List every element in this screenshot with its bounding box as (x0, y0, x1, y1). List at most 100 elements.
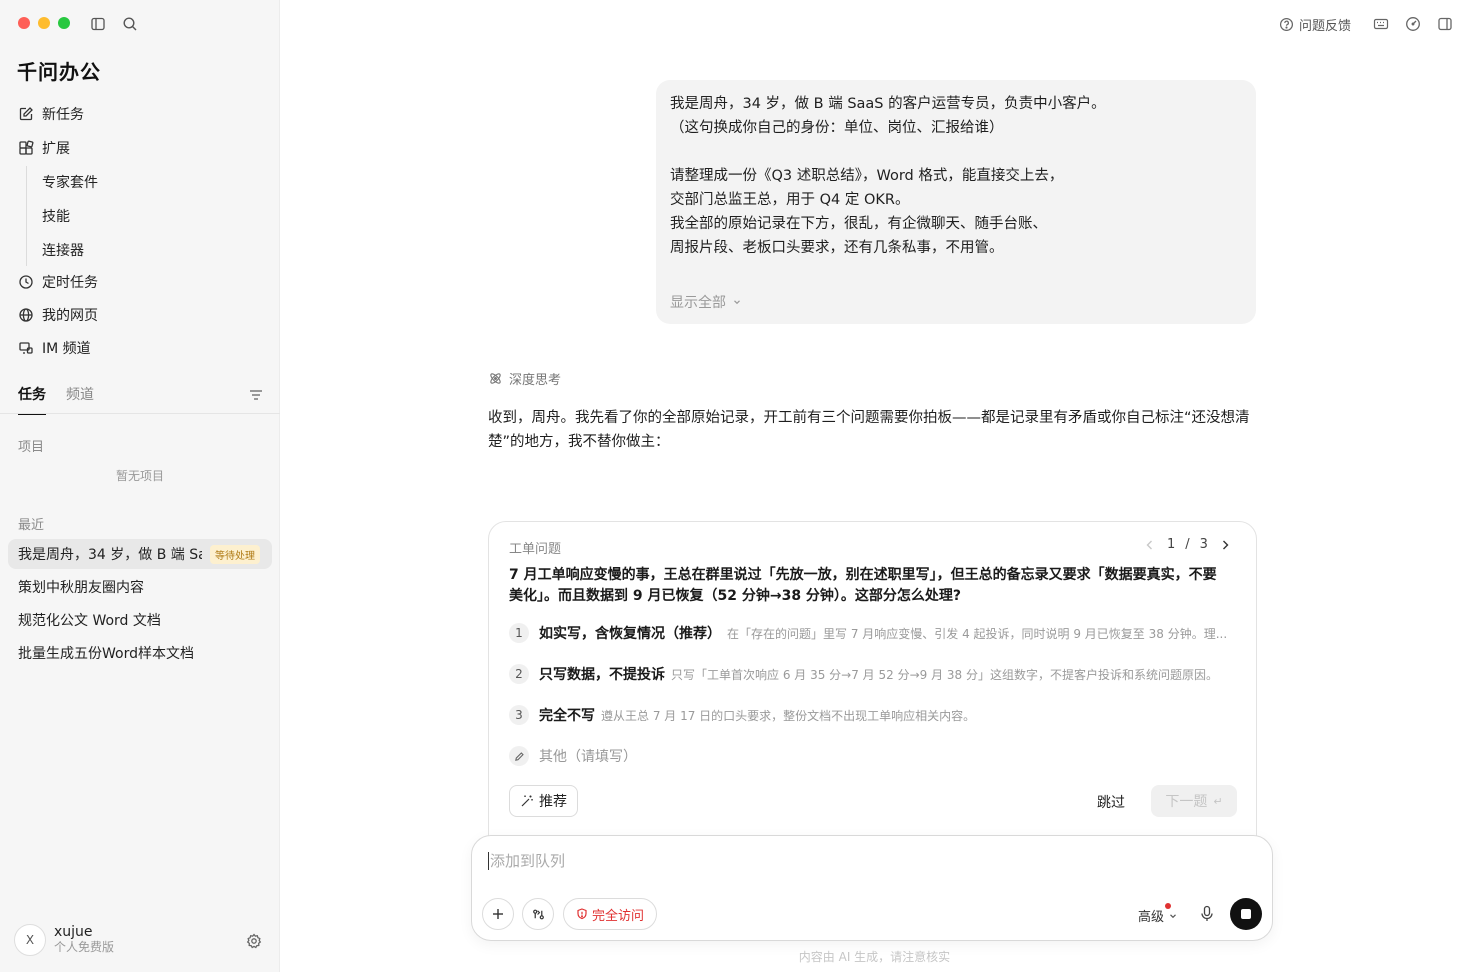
subnav-skills[interactable]: 技能 (42, 206, 70, 226)
chevron-right-icon[interactable] (1218, 538, 1232, 552)
magic-wand-icon (521, 795, 533, 807)
option-title: 完全不写 (539, 708, 595, 724)
extension-icon (19, 140, 34, 155)
answer-option[interactable]: 3 完全不写 遵从王总 7 月 17 日的口头要求，整份文档不出现工单响应相关内… (509, 705, 1229, 725)
pager-total: 3 (1199, 537, 1208, 552)
recent-item-title: 批量生成五份Word样本文档 (18, 646, 194, 662)
zoom-window-button[interactable] (58, 17, 70, 29)
composer-input[interactable]: 添加到队列 (488, 852, 565, 870)
recent-label: 最近 (18, 518, 45, 533)
filter-icon[interactable] (248, 387, 264, 403)
shield-alert-icon (577, 908, 587, 920)
message-line: （这句换成你自己的身份：单位、岗位、汇报给谁） (670, 120, 1004, 136)
question-category: 工单问题 (509, 542, 562, 557)
recent-item[interactable]: 批量生成五份Word样本文档 (8, 638, 272, 668)
nav-scheduled-tasks[interactable]: 定时任务 (18, 269, 98, 295)
stop-icon (1241, 909, 1251, 919)
nav-label: 新任务 (42, 107, 84, 123)
pager-separator: / (1185, 537, 1190, 552)
gear-icon[interactable] (246, 933, 262, 949)
chevron-down-icon (1170, 913, 1176, 918)
message-line: 请整理成一份《Q3 述职总结》，Word 格式，能直接交上去， (670, 168, 1064, 184)
nav-im-channel[interactable]: IM 频道 (18, 335, 91, 361)
globe-icon (19, 308, 33, 322)
window-controls (18, 17, 70, 29)
chevron-left-icon[interactable] (1143, 538, 1157, 552)
panel-toggle-icon[interactable] (1437, 16, 1453, 32)
full-access-label: 完全访问 (592, 908, 645, 924)
option-description: 在「存在的问题」里写 7 月响应变慢、引发 4 起投诉，同时说明 9 月已恢复至… (727, 626, 1228, 641)
option-number: 2 (509, 664, 529, 684)
help-circle-icon (1279, 17, 1294, 32)
tab-channels[interactable]: 频道 (66, 384, 94, 415)
message-line: 交部门总监王总，用于 Q4 定 OKR。 (670, 192, 910, 208)
edit-icon (19, 107, 33, 121)
keyboard-icon[interactable] (1373, 16, 1389, 32)
nav-label: 定时任务 (42, 275, 98, 291)
plus-icon (493, 909, 503, 919)
clock-icon (19, 275, 33, 289)
status-badge: 等待处理 (210, 544, 260, 564)
model-level-select[interactable]: 高级 (1138, 903, 1178, 925)
other-answer-input[interactable]: 其他（请填写） (509, 746, 637, 766)
tools-button[interactable] (522, 898, 554, 930)
next-question-button[interactable]: 下一题 ↵ (1151, 785, 1237, 817)
subnav-connectors[interactable]: 连接器 (42, 240, 84, 260)
full-access-button[interactable]: 完全访问 (563, 898, 658, 930)
option-title: 只写数据，不提投诉 (539, 667, 665, 683)
question-pager: 1 / 3 (1143, 537, 1232, 552)
feedback-label: 问题反馈 (1299, 19, 1352, 34)
skip-button[interactable]: 跳过 (1097, 792, 1125, 812)
subnav-expert-kit[interactable]: 专家套件 (42, 172, 98, 192)
option-description: 遵从王总 7 月 17 日的口头要求，整份文档不出现工单响应相关内容。 (601, 708, 976, 723)
answer-option[interactable]: 1 如实写，含恢复情况（推荐） 在「存在的问题」里写 7 月响应变慢、引发 4 … (509, 623, 1229, 643)
next-label: 下一题 (1165, 794, 1208, 810)
pencil-icon (509, 746, 529, 766)
projects-label: 项目 (18, 440, 45, 455)
recent-item[interactable]: 策划中秋朋友圈内容 (8, 572, 272, 602)
ai-disclaimer: 内容由 AI 生成，请注意核实 (798, 950, 951, 964)
minimize-window-button[interactable] (38, 17, 50, 29)
user-message: 我是周舟，34 岁，做 B 端 SaaS 的客户运营专员，负责中小客户。 （这句… (656, 80, 1256, 324)
option-description: 只写「工单首次响应 6 月 35 分→7 月 52 分→9 月 38 分」这组数… (671, 667, 1218, 682)
app-brand: 千问办公 (17, 60, 101, 84)
add-attachment-button[interactable] (482, 898, 514, 930)
tab-tasks[interactable]: 任务 (18, 384, 46, 415)
option-number: 1 (509, 623, 529, 643)
projects-empty-text: 暂无项目 (115, 469, 164, 483)
feedback-button[interactable]: 问题反馈 (1279, 15, 1351, 34)
question-text: 7 月工单响应变慢的事，王总在群里说过「先放一放，别在述职里写」，但王总的备忘录… (509, 567, 1217, 604)
assistant-reply: 收到，周舟。我先看了你的全部原始记录，开工前有三个问题需要你拍板——都是记录里有… (488, 410, 1250, 450)
deep-think-toggle[interactable]: 深度思考 (488, 369, 561, 388)
message-line: 我是周舟，34 岁，做 B 端 SaaS 的客户运营专员，负责中小客户。 (670, 96, 1106, 112)
search-icon[interactable] (122, 16, 138, 32)
message-line: 周报片段、老板口头要求，还有几条私事，不用管。 (670, 240, 1004, 256)
message-line (670, 140, 1242, 164)
close-window-button[interactable] (18, 17, 30, 29)
sidebar-tabs: 任务 频道 (18, 384, 94, 415)
option-title: 如实写，含恢复情况（推荐） (539, 626, 721, 642)
microphone-icon[interactable] (1199, 905, 1215, 923)
answer-option[interactable]: 2 只写数据，不提投诉 只写「工单首次响应 6 月 35 分→7 月 52 分→… (509, 664, 1229, 684)
nav-new-task[interactable]: 新任务 (18, 101, 84, 127)
deep-think-label: 深度思考 (509, 373, 562, 388)
sidebar: 千问办公 新任务 扩展 专家套件 技能 连接器 定时任务 我的网页 IM 频道 … (0, 0, 280, 972)
sidebar-toggle-icon[interactable] (90, 16, 106, 32)
model-level-label: 高级 (1138, 910, 1165, 925)
recommend-button[interactable]: 推荐 (509, 785, 578, 817)
recent-item[interactable]: 规范化公文 Word 文档 (8, 605, 272, 635)
show-all-button[interactable]: 显示全部 (670, 292, 742, 312)
tools-icon (532, 909, 544, 919)
stop-generation-button[interactable] (1230, 898, 1262, 930)
nav-extensions[interactable]: 扩展 (18, 135, 70, 161)
subnav-divider (26, 166, 27, 266)
gauge-icon[interactable] (1405, 16, 1421, 32)
nav-my-webpages[interactable]: 我的网页 (18, 302, 98, 328)
composer: 添加到队列 完全访问 高级 (471, 835, 1273, 941)
question-card: 工单问题 1 / 3 7 月工单响应变慢的事，王总在群里说过「先放一放，别在述职… (488, 521, 1257, 861)
recommend-label: 推荐 (539, 794, 567, 810)
message-line: 我全部的原始记录在下方，很乱，有企微聊天、随手台账、 (670, 216, 1047, 232)
other-answer-label: 其他（请填写） (539, 749, 637, 765)
recent-item[interactable]: 我是周舟，34 岁，做 B 端 SaaS 的客户运营专员 等待处理 (8, 539, 272, 569)
chevron-down-icon (734, 300, 740, 305)
